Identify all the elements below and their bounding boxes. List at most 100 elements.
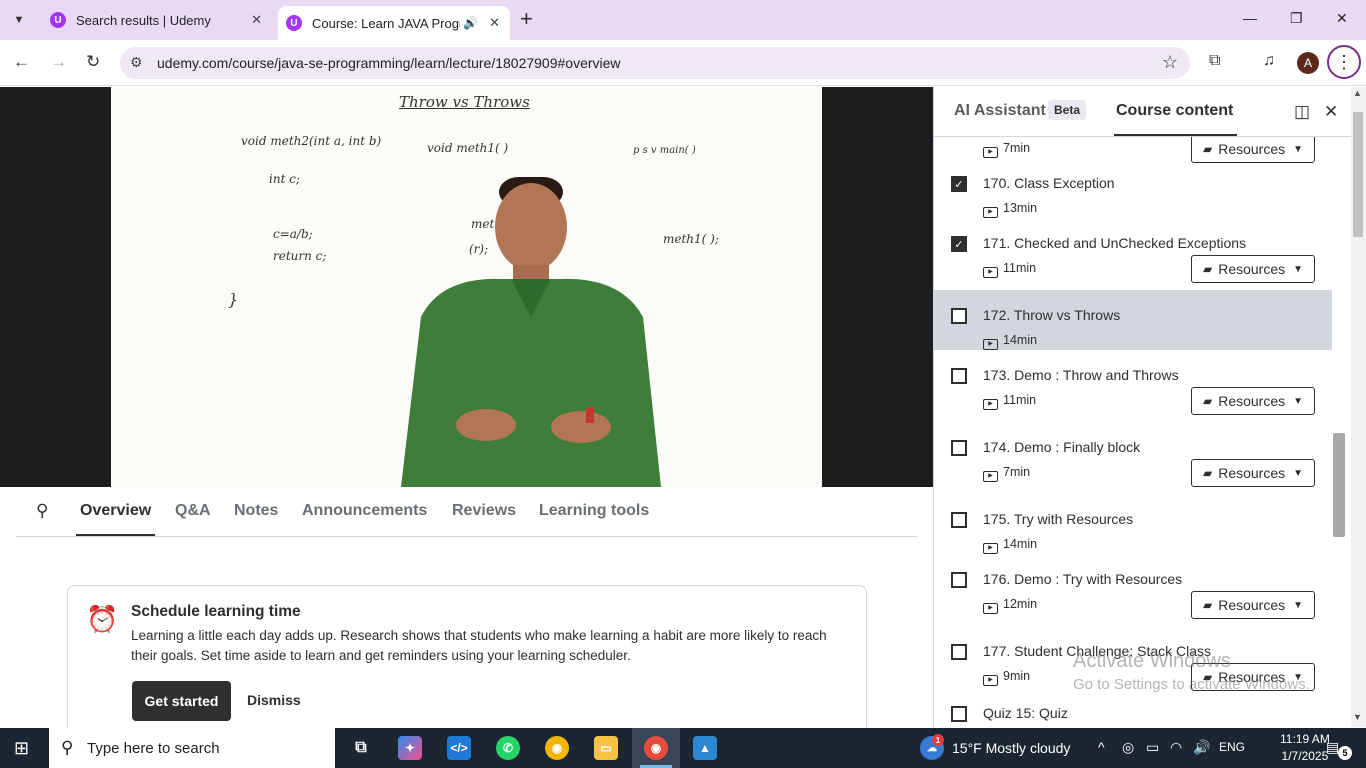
resources-label: Resources: [1218, 141, 1286, 157]
battery-icon[interactable]: ▭: [1146, 739, 1159, 756]
udemy-favicon-icon: U: [50, 12, 66, 28]
lecture-item[interactable]: 176. Demo : Try with Resources ▶ 12min ▰ Res…: [934, 554, 1332, 619]
tab-notes[interactable]: Notes: [234, 502, 278, 520]
lecture-checkbox[interactable]: [951, 440, 967, 456]
lecture-item[interactable]: 173. Demo : Throw and Throws ▶ 11min ▰ Resou…: [934, 350, 1332, 415]
lecture-item[interactable]: ✓ 171. Checked and UnChecked Exceptions ▶ 1…: [934, 218, 1332, 283]
extensions-icon[interactable]: ⧉: [1209, 52, 1220, 70]
duration-text: 14min: [1003, 333, 1038, 347]
chevron-down-icon: ▼: [1293, 467, 1304, 479]
tray-app-icon[interactable]: ◎: [1122, 739, 1134, 756]
bookmark-star-icon[interactable]: ☆: [1162, 52, 1178, 73]
tab-qa[interactable]: Q&A: [175, 502, 211, 520]
video-frame[interactable]: Throw vs Throws void meth2(int a, int b)…: [111, 87, 822, 487]
speaker-icon[interactable]: 🔊: [463, 16, 478, 30]
get-started-button[interactable]: Get started: [132, 681, 231, 721]
lecture-checkbox[interactable]: [951, 644, 967, 660]
chrome-profile-icon[interactable]: ◉: [644, 736, 668, 760]
tray-chevron-up-icon[interactable]: ^: [1098, 739, 1105, 755]
sidebar-scroll-thumb[interactable]: [1333, 433, 1345, 537]
scrollbar-thumb[interactable]: [1353, 112, 1363, 237]
url-text[interactable]: udemy.com/course/java-se-programming/lea…: [157, 55, 621, 71]
video-icon: ▶: [983, 399, 998, 410]
folder-icon: ▰: [1202, 262, 1213, 276]
minimize-icon[interactable]: —: [1243, 10, 1257, 26]
lecture-checkbox[interactable]: [951, 512, 967, 528]
lecture-checkbox[interactable]: [951, 572, 967, 588]
lecture-duration: ▶ 12min: [983, 597, 1037, 614]
browser-tab-course[interactable]: U Course: Learn JAVA Programming 🔊 ✕: [278, 6, 510, 40]
lecture-item[interactable]: ✓ 170. Class Exception ▶ 13min: [934, 158, 1332, 218]
presenter-figure: [401, 177, 661, 487]
expand-panel-icon[interactable]: ◫: [1294, 102, 1310, 122]
clock[interactable]: 11:19 AM 1/7/2025: [1280, 731, 1330, 765]
lecture-checkbox[interactable]: ✓: [951, 176, 967, 192]
tab-course-content[interactable]: Course content: [1116, 102, 1233, 120]
resources-button[interactable]: ▰ Resources ▼: [1191, 591, 1315, 619]
media-control-icon[interactable]: ♫: [1263, 52, 1275, 70]
wifi-icon[interactable]: ◠: [1170, 739, 1182, 756]
resources-button[interactable]: ▰ Resources ▼: [1191, 387, 1315, 415]
weather-text[interactable]: 15°F Mostly cloudy: [952, 740, 1070, 756]
copilot-icon[interactable]: ✦: [398, 736, 422, 760]
site-settings-icon[interactable]: ⚙: [130, 54, 143, 71]
browser-tab-search-results[interactable]: U Search results | Udemy ✕: [40, 0, 272, 40]
lecture-item[interactable]: 175. Try with Resources ▶ 14min: [934, 494, 1332, 554]
board-text: p s v main( ): [633, 145, 696, 156]
windows-start-icon[interactable]: ⊞: [14, 738, 29, 759]
lecture-checkbox[interactable]: [951, 368, 967, 384]
tab-announcements[interactable]: Announcements: [302, 502, 427, 520]
paint-app-icon[interactable]: ▲: [693, 736, 717, 760]
reload-icon[interactable]: ↻: [86, 52, 100, 72]
close-tab-icon[interactable]: ✕: [489, 15, 500, 31]
duration-text: 7min: [1003, 465, 1031, 479]
board-text: c=a/b;: [273, 227, 313, 241]
chevron-down-icon: ▼: [1293, 395, 1304, 407]
volume-icon[interactable]: 🔊: [1193, 739, 1210, 756]
scroll-down-icon[interactable]: ▼: [1353, 712, 1362, 722]
chevron-down-icon: ▼: [1293, 599, 1304, 611]
address-bar[interactable]: ⚙ udemy.com/course/java-se-programming/l…: [120, 47, 1190, 79]
taskbar-search-box[interactable]: ⚲ Type here to search: [49, 728, 335, 768]
new-tab-button[interactable]: +: [520, 8, 533, 30]
tab-reviews[interactable]: Reviews: [452, 502, 516, 520]
lecture-title: Quiz 15: Quiz: [983, 705, 1068, 721]
video-player[interactable]: Throw vs Throws void meth2(int a, int b)…: [0, 87, 933, 487]
back-icon[interactable]: ←: [13, 52, 30, 72]
whatsapp-icon[interactable]: ✆: [496, 736, 520, 760]
lecture-item[interactable]: Quiz 15: Quiz: [934, 688, 1332, 727]
scroll-up-icon[interactable]: ▲: [1353, 88, 1362, 98]
dismiss-button[interactable]: Dismiss: [247, 692, 301, 708]
lecture-item[interactable]: ▶ 7min ▰ Resources ▼: [934, 137, 1332, 163]
close-window-icon[interactable]: ✕: [1336, 10, 1348, 27]
language-indicator[interactable]: ENG: [1219, 740, 1245, 754]
board-brace: }: [228, 290, 239, 309]
task-view-icon[interactable]: ⧉: [349, 736, 373, 760]
chrome-icon[interactable]: ◉: [545, 736, 569, 760]
lecture-checkbox[interactable]: ✓: [951, 236, 967, 252]
close-sidebar-icon[interactable]: ✕: [1324, 102, 1338, 122]
lecture-duration: ▶ 11min: [983, 393, 1036, 410]
resources-button[interactable]: ▰ Resources ▼: [1191, 459, 1315, 487]
close-tab-icon[interactable]: ✕: [251, 12, 262, 28]
file-explorer-icon[interactable]: ▭: [594, 736, 618, 760]
video-icon: ▶: [983, 207, 998, 218]
vscode-icon[interactable]: </>: [447, 736, 471, 760]
video-icon: ▶: [983, 603, 998, 614]
board-heading: Throw vs Throws: [399, 93, 530, 111]
lecture-checkbox[interactable]: [951, 706, 967, 722]
resources-button[interactable]: ▰ Resources ▼: [1191, 255, 1315, 283]
browser-menu-icon[interactable]: ⋮: [1327, 45, 1361, 79]
tab-search-chevron-icon[interactable]: ▼: [6, 8, 32, 32]
tab-overview[interactable]: Overview: [80, 502, 151, 520]
tab-learning-tools[interactable]: Learning tools: [539, 502, 649, 520]
profile-avatar[interactable]: A: [1297, 52, 1319, 74]
forward-icon[interactable]: →: [50, 52, 67, 72]
lecture-item[interactable]: 172. Throw vs Throws ▶ 14min: [934, 290, 1332, 350]
tab-ai-assistant[interactable]: AI Assistant: [954, 102, 1046, 120]
search-icon[interactable]: ⚲: [36, 501, 48, 521]
lecture-duration: ▶ 7min: [983, 141, 1030, 158]
lecture-item[interactable]: 174. Demo : Finally block ▶ 7min ▰ Resources…: [934, 422, 1332, 487]
lecture-checkbox[interactable]: [951, 308, 967, 324]
restore-icon[interactable]: ❐: [1290, 10, 1303, 27]
